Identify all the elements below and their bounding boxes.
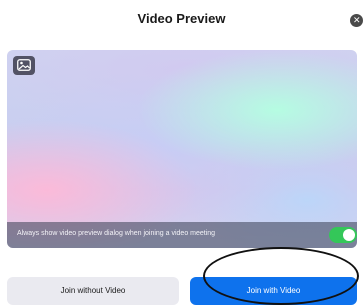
close-button[interactable]: ✕ xyxy=(350,14,363,27)
virtual-background-button[interactable] xyxy=(13,56,35,75)
video-preview: Always show video preview dialog when jo… xyxy=(7,50,357,248)
preview-option-bar: Always show video preview dialog when jo… xyxy=(7,222,357,248)
close-icon: ✕ xyxy=(353,15,361,25)
dialog-title: Video Preview xyxy=(137,11,226,26)
always-show-preview-label: Always show video preview dialog when jo… xyxy=(17,230,216,237)
join-without-video-button[interactable]: Join without Video xyxy=(7,277,179,305)
dialog-header: Video Preview ✕ xyxy=(0,0,363,40)
toggle-knob xyxy=(343,229,355,241)
always-show-preview-toggle[interactable] xyxy=(329,227,357,243)
virtual-background-icon xyxy=(17,59,31,71)
join-with-video-button[interactable]: Join with Video xyxy=(190,277,357,305)
